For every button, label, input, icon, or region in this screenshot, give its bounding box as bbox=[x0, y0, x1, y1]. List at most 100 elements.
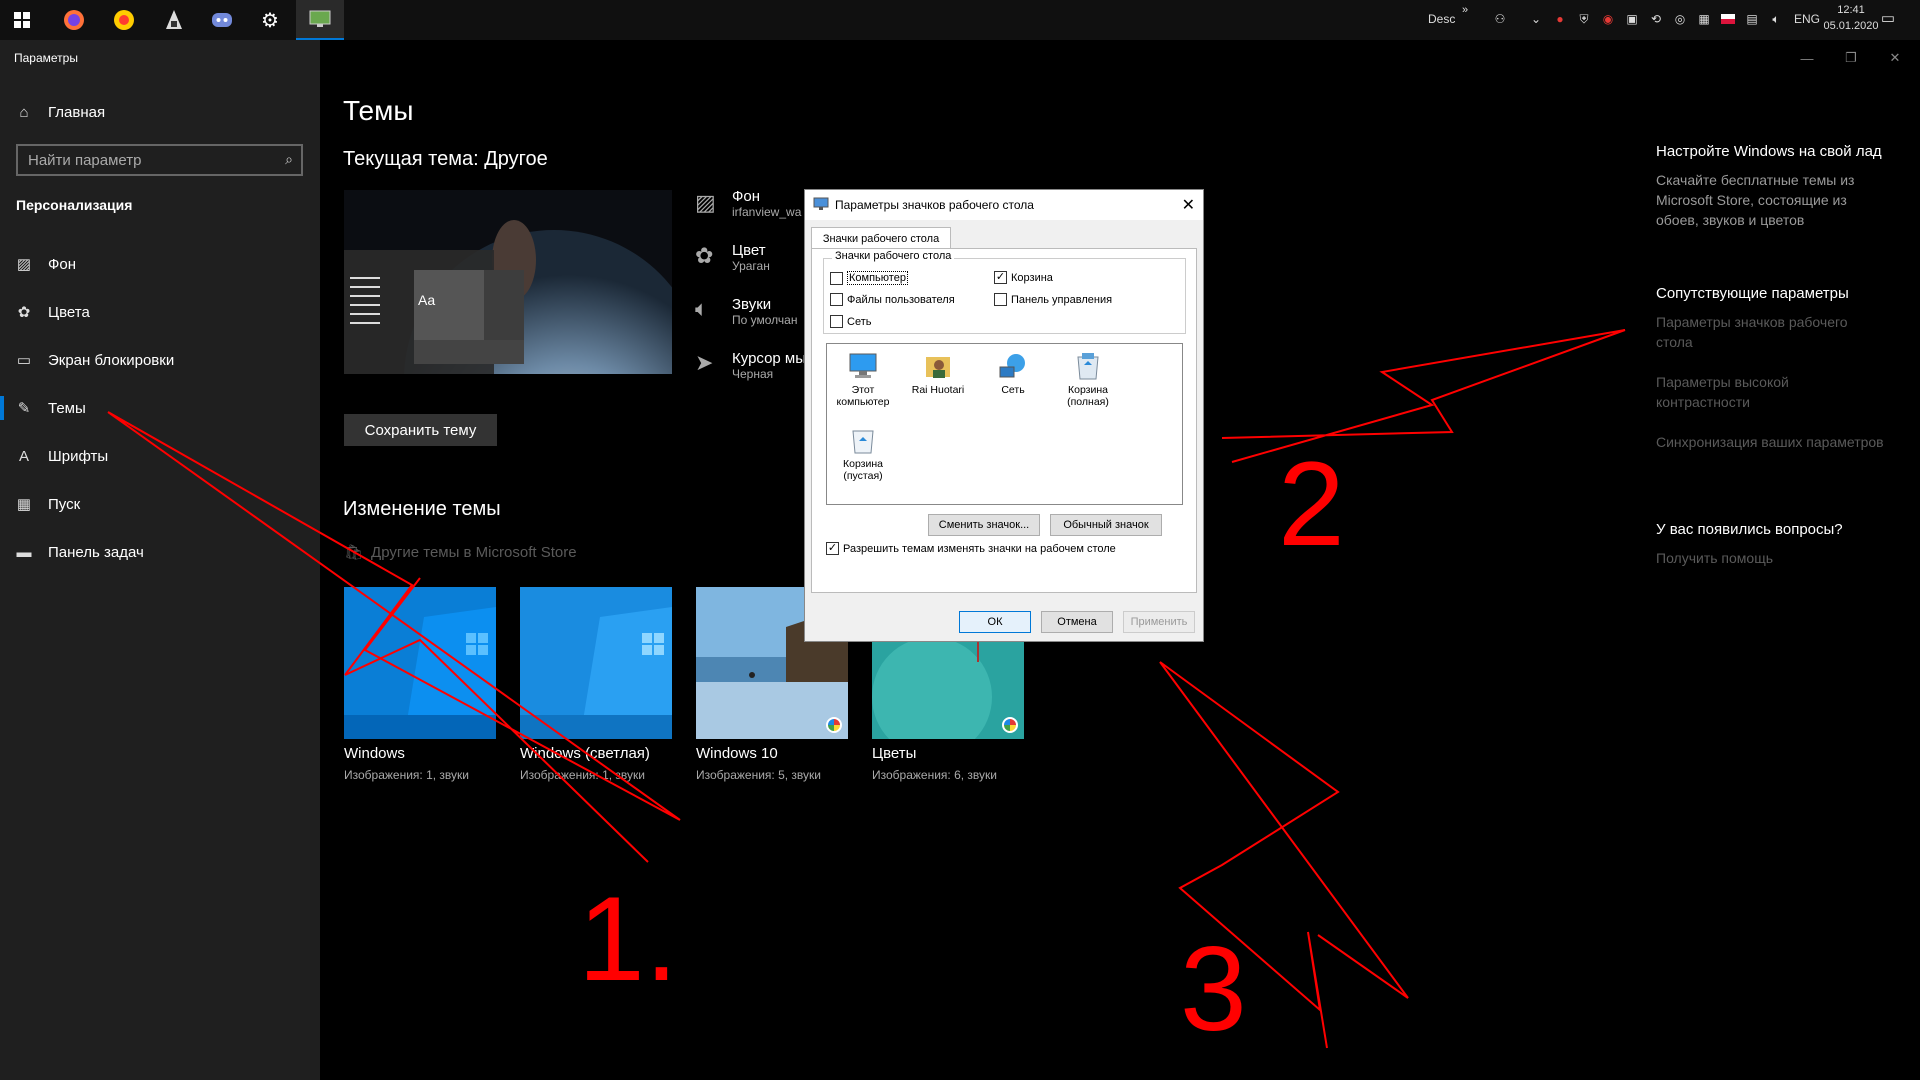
tray-opera-icon[interactable]: ◉ bbox=[1600, 11, 1616, 27]
desc-toolbar-label[interactable]: Desc bbox=[1428, 12, 1455, 26]
checkbox-recycle-bin[interactable]: ✓ Корзина bbox=[994, 271, 1053, 284]
discord-icon[interactable] bbox=[208, 6, 236, 34]
checkbox-control-panel[interactable]: Панель управления bbox=[994, 293, 1112, 306]
current-theme-title: Текущая тема: Другое bbox=[343, 148, 548, 170]
windows-start-icon[interactable] bbox=[8, 6, 36, 34]
option-sub: Ураган bbox=[732, 259, 770, 273]
option-title: Фон bbox=[732, 188, 761, 205]
store-themes-link[interactable]: 🛍︎ Другие темы в Microsoft Store bbox=[344, 543, 577, 562]
icon-item-this-pc[interactable]: Этот компьютер bbox=[831, 350, 895, 408]
checkbox-label: Сеть bbox=[847, 315, 872, 328]
sync-settings-link[interactable]: Синхронизация ваших параметров bbox=[1656, 432, 1886, 452]
icon-preview-list: Этот компьютер Rai Huotari Сеть Корзина … bbox=[826, 343, 1183, 505]
questions-title: У вас появились вопросы? bbox=[1656, 521, 1843, 538]
tray-flag-icon[interactable] bbox=[1720, 11, 1736, 27]
icon-item-recycle-full[interactable]: Корзина (полная) bbox=[1056, 350, 1120, 408]
get-help-link[interactable]: Получить помощь bbox=[1656, 548, 1886, 568]
checkbox-label: Разрешить темам изменять значки на рабоч… bbox=[843, 542, 1116, 555]
theme-name: Цветы bbox=[872, 745, 917, 762]
firefox-icon[interactable] bbox=[60, 6, 88, 34]
option-color[interactable]: Цвет Ураган bbox=[732, 242, 770, 273]
dialog-close-icon[interactable]: ✕ bbox=[1182, 195, 1195, 215]
theme-sub: Изображения: 1, звуки bbox=[344, 768, 469, 782]
sidebar-item-lock-screen[interactable]: ▭ Экран блокировки bbox=[0, 340, 320, 380]
icon-item-label: Rai Huotari bbox=[911, 384, 965, 396]
checkbox-label: Корзина bbox=[1011, 271, 1053, 284]
preview-menu-lines bbox=[350, 270, 380, 331]
change-icon-button[interactable]: Сменить значок... bbox=[928, 514, 1040, 536]
sidebar-item-fonts[interactable]: A Шрифты bbox=[0, 436, 320, 476]
sidebar-home-label: Главная bbox=[48, 103, 106, 121]
windows-light-wallpaper bbox=[520, 587, 672, 739]
theme-thumb-windows-light[interactable] bbox=[520, 587, 672, 739]
volume-icon[interactable]: 🔈︎ bbox=[1768, 11, 1784, 27]
minimize-button[interactable]: — bbox=[1784, 46, 1830, 70]
icon-item-network[interactable]: Сеть bbox=[981, 350, 1045, 396]
desktop-icon-settings-link[interactable]: Параметры значков рабочего стола bbox=[1656, 312, 1886, 352]
people-icon[interactable]: ⚇ bbox=[1492, 11, 1508, 27]
desktop-icon-settings-dialog: Параметры значков рабочего стола ✕ Значк… bbox=[804, 189, 1204, 642]
ok-button[interactable]: ОК bbox=[959, 611, 1031, 633]
notifications-icon[interactable]: ▭ bbox=[1880, 10, 1896, 27]
annotation-number-1: 1. bbox=[578, 872, 679, 1006]
icon-item-label: Сеть bbox=[1001, 384, 1025, 396]
option-sounds[interactable]: Звуки По умолчан bbox=[732, 296, 797, 327]
tray-shield-icon[interactable]: ⛨ bbox=[1576, 11, 1592, 27]
checkbox-label: Панель управления bbox=[1011, 293, 1113, 306]
checkbox-user-files[interactable]: Файлы пользователя bbox=[830, 293, 955, 306]
sidebar-item-label: Фон bbox=[48, 255, 77, 273]
sidebar-item-background[interactable]: ▨ Фон bbox=[0, 244, 320, 284]
sidebar-item-themes[interactable]: ✎ Темы bbox=[0, 388, 320, 428]
change-theme-title: Изменение темы bbox=[343, 498, 501, 520]
monitor-app-icon[interactable] bbox=[296, 0, 344, 40]
restore-button[interactable]: ❐ bbox=[1828, 46, 1874, 70]
sidebar-item-home[interactable]: ⌂ Главная bbox=[0, 92, 320, 132]
checkmark-icon: ✓ bbox=[994, 271, 1007, 284]
sidebar-item-label: Цвета bbox=[48, 303, 90, 321]
sidebar-item-start[interactable]: ▦ Пуск bbox=[0, 484, 320, 524]
checkbox-computer[interactable]: Компьютер bbox=[830, 271, 908, 285]
checkbox-network[interactable]: Сеть bbox=[830, 315, 871, 328]
apply-button[interactable]: Применить bbox=[1123, 611, 1195, 633]
sidebar-item-label: Панель задач bbox=[48, 543, 144, 561]
notepad-icon[interactable] bbox=[160, 6, 188, 34]
tray-sync-icon[interactable]: ⟲ bbox=[1648, 11, 1664, 27]
save-theme-button[interactable]: Сохранить тему bbox=[344, 414, 497, 446]
cancel-button[interactable]: Отмена bbox=[1041, 611, 1113, 633]
high-contrast-link[interactable]: Параметры высокой контрастности bbox=[1656, 372, 1886, 412]
tab-desktop-icons[interactable]: Значки рабочего стола bbox=[811, 227, 951, 249]
tray-steam-icon[interactable]: ◎ bbox=[1672, 11, 1688, 27]
windows-wallpaper bbox=[344, 587, 496, 739]
search-input[interactable]: Найти параметр ⌕ bbox=[16, 144, 303, 176]
computer-icon bbox=[847, 350, 879, 382]
chevron-right-icon[interactable]: » bbox=[1462, 4, 1468, 16]
chevron-up-icon[interactable]: ⌄ bbox=[1528, 11, 1544, 27]
store-bag-icon: 🛍︎ bbox=[344, 544, 364, 561]
palette-icon: ✿ bbox=[17, 304, 31, 321]
sidebar-item-taskbar[interactable]: ▬ Панель задач bbox=[0, 532, 320, 572]
close-button[interactable]: ✕ bbox=[1872, 46, 1918, 70]
option-cursor[interactable]: Курсор мы Черная bbox=[732, 350, 806, 381]
sidebar-item-colors[interactable]: ✿ Цвета bbox=[0, 292, 320, 332]
tray-cpu-icon[interactable]: ▤ bbox=[1744, 11, 1760, 27]
theme-thumb-windows[interactable] bbox=[344, 587, 496, 739]
default-icon-button[interactable]: Обычный значок bbox=[1050, 514, 1162, 536]
checkbox-box bbox=[994, 293, 1007, 306]
dialog-tab-panel: Значки рабочего стола Компьютер ✓ Корзин… bbox=[811, 248, 1197, 593]
tray-record-icon[interactable]: ● bbox=[1552, 11, 1568, 27]
option-title: Цвет bbox=[732, 242, 766, 259]
search-icon[interactable]: ⌕ bbox=[285, 151, 293, 168]
checkbox-allow-themes[interactable]: ✓ Разрешить темам изменять значки на раб… bbox=[826, 542, 1116, 555]
yandex-icon[interactable] bbox=[110, 6, 138, 34]
app-title: Параметры bbox=[14, 51, 78, 65]
option-background[interactable]: Фон irfanview_wa bbox=[732, 188, 801, 219]
dialog-titlebar[interactable]: Параметры значков рабочего стола ✕ bbox=[805, 190, 1203, 220]
network-icon bbox=[997, 350, 1029, 382]
settings-gear-icon[interactable]: ⚙ bbox=[256, 6, 284, 34]
icon-item-recycle-empty[interactable]: Корзина (пустая) bbox=[831, 424, 895, 482]
tray-app-icon[interactable]: ▦ bbox=[1696, 11, 1712, 27]
picture-icon: ▨ bbox=[16, 256, 32, 273]
tray-gamepad-icon[interactable]: ▣ bbox=[1624, 11, 1640, 27]
theme-name: Windows (светлая) bbox=[520, 745, 650, 762]
icon-item-user[interactable]: Rai Huotari bbox=[906, 350, 970, 396]
